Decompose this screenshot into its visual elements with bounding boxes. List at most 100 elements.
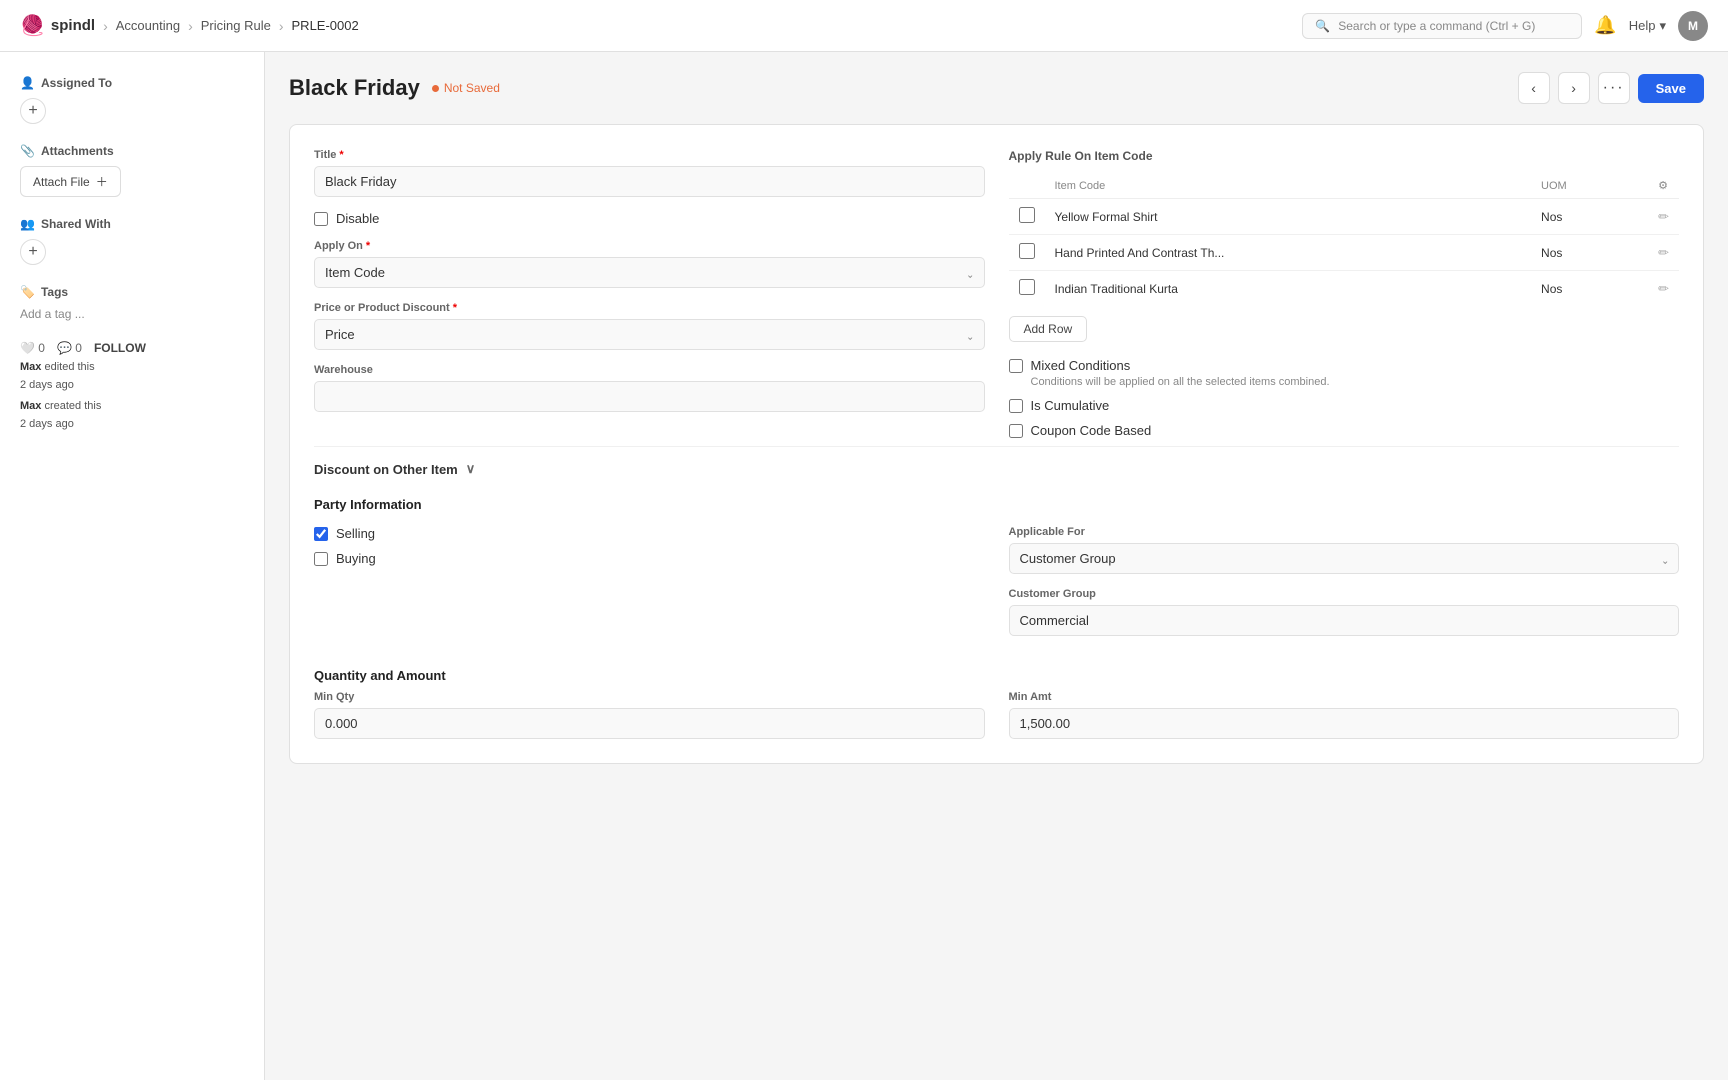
warehouse-group: Warehouse [314, 364, 985, 412]
customer-group-input[interactable] [1009, 605, 1680, 636]
like-icon[interactable]: 🤍 0 [20, 341, 45, 355]
coupon-code-row: Coupon Code Based [1009, 423, 1680, 438]
row2-item-code: Hand Printed And Contrast Th... [1045, 235, 1532, 271]
title-input[interactable] [314, 166, 985, 197]
row1-uom: Nos [1531, 199, 1648, 235]
row1-edit-icon[interactable]: ✏ [1658, 209, 1669, 224]
buying-checkbox[interactable] [314, 552, 328, 566]
mixed-conditions-checkbox-row: Mixed Conditions [1009, 358, 1680, 373]
shared-with-label: Shared With [41, 217, 111, 231]
shared-with-title: 👥 Shared With [20, 217, 244, 231]
table-row: Yellow Formal Shirt Nos ✏ [1009, 199, 1680, 235]
table-row: Indian Traditional Kurta Nos ✏ [1009, 271, 1680, 307]
prev-button[interactable]: ‹ [1518, 72, 1550, 104]
not-saved-dot [432, 85, 439, 92]
more-options-button[interactable]: ··· [1598, 72, 1630, 104]
title-label: Title * [314, 149, 985, 161]
row3-item-code: Indian Traditional Kurta [1045, 271, 1532, 307]
add-assigned-button[interactable]: + [20, 98, 46, 124]
search-bar[interactable]: 🔍 Search or type a command (Ctrl + G) [1302, 13, 1582, 39]
tags-section: 🏷️ Tags Add a tag ... [20, 285, 244, 321]
notification-bell-icon[interactable]: 🔔 [1594, 15, 1616, 36]
attachments-section: 📎 Attachments Attach File ＋ [20, 144, 244, 197]
discount-section-divider[interactable]: Discount on Other Item ∨ [314, 446, 1679, 481]
uom-header: UOM [1531, 173, 1648, 199]
activity-action-2: created this [44, 400, 101, 412]
help-label: Help [1629, 18, 1656, 33]
qty-section-title: Quantity and Amount [314, 668, 1679, 683]
customer-group-label: Customer Group [1009, 588, 1680, 600]
settings-header: ⚙ [1648, 173, 1679, 199]
row3-checkbox[interactable] [1019, 279, 1035, 295]
attach-file-button[interactable]: Attach File ＋ [20, 166, 121, 197]
paperclip-icon: 📎 [20, 144, 35, 158]
activity-entry-2: Max created this 2 days ago [20, 398, 244, 433]
save-button[interactable]: Save [1638, 74, 1704, 103]
not-saved-badge: Not Saved [432, 81, 500, 95]
comment-icon[interactable]: 💬 0 [57, 341, 82, 355]
selling-checkbox[interactable] [314, 527, 328, 541]
min-qty-input[interactable] [314, 708, 985, 739]
shared-with-section: 👥 Shared With + [20, 217, 244, 265]
is-cumulative-row: Is Cumulative [1009, 398, 1680, 413]
is-cumulative-label: Is Cumulative [1031, 398, 1110, 413]
logo[interactable]: 🧶 spindl [20, 13, 95, 38]
item-table-title: Apply Rule On Item Code [1009, 149, 1680, 163]
party-grid: Selling Buying Applicable For Cus [314, 526, 1679, 636]
activity-user-1: Max [20, 361, 41, 373]
mixed-conditions-checkbox[interactable] [1009, 359, 1023, 373]
page-title: Black Friday [289, 75, 420, 101]
price-discount-select[interactable]: Price [314, 319, 985, 350]
discount-chevron-icon: ∨ [466, 461, 476, 477]
row1-checkbox[interactable] [1019, 207, 1035, 223]
item-code-table: Item Code UOM ⚙ Yellow Formal Shirt [1009, 173, 1680, 306]
apply-on-select[interactable]: Item Code [314, 257, 985, 288]
min-qty-label: Min Qty [314, 691, 985, 703]
warehouse-label: Warehouse [314, 364, 985, 376]
price-discount-wrapper: Price [314, 319, 985, 350]
customer-group-group: Customer Group [1009, 588, 1680, 636]
attachments-label: Attachments [41, 144, 114, 158]
table-row: Hand Printed And Contrast Th... Nos ✏ [1009, 235, 1680, 271]
is-cumulative-checkbox[interactable] [1009, 399, 1023, 413]
avatar[interactable]: M [1678, 11, 1708, 41]
nav-left: 🧶 spindl › Accounting › Pricing Rule › P… [20, 13, 359, 38]
title-required: * [339, 149, 343, 161]
row2-edit-icon[interactable]: ✏ [1658, 245, 1669, 260]
disable-checkbox[interactable] [314, 212, 328, 226]
apply-on-wrapper: Item Code [314, 257, 985, 288]
next-button[interactable]: › [1558, 72, 1590, 104]
add-tag-link[interactable]: Add a tag ... [20, 307, 244, 321]
plus-icon: ＋ [96, 173, 108, 190]
row3-uom: Nos [1531, 271, 1648, 307]
applicable-for-select[interactable]: Customer Group [1009, 543, 1680, 574]
help-button[interactable]: Help ▾ [1629, 18, 1666, 34]
gear-icon[interactable]: ⚙ [1658, 180, 1668, 192]
applicable-for-group: Applicable For Customer Group [1009, 526, 1680, 574]
follow-button[interactable]: FOLLOW [94, 341, 146, 355]
breadcrumb-pricing-rule[interactable]: Pricing Rule [201, 18, 271, 33]
page-header-right: ‹ › ··· Save [1518, 72, 1704, 104]
tags-label: Tags [41, 285, 68, 299]
row2-checkbox[interactable] [1019, 243, 1035, 259]
mixed-conditions-row: Mixed Conditions Conditions will be appl… [1009, 358, 1680, 388]
selling-row: Selling [314, 526, 985, 541]
add-row-button[interactable]: Add Row [1009, 316, 1088, 342]
disable-row: Disable [314, 211, 985, 226]
apply-on-label: Apply On * [314, 240, 985, 252]
min-amt-input[interactable] [1009, 708, 1680, 739]
form-right: Apply Rule On Item Code Item Code UOM ⚙ [1009, 149, 1680, 438]
warehouse-input[interactable] [314, 381, 985, 412]
coupon-code-checkbox[interactable] [1009, 424, 1023, 438]
breadcrumb-prle[interactable]: PRLE-0002 [292, 18, 359, 33]
breadcrumb-sep-1: › [103, 18, 108, 34]
qty-section: Quantity and Amount Min Qty Min Amt [314, 652, 1679, 739]
row3-edit-icon[interactable]: ✏ [1658, 281, 1669, 296]
disable-label: Disable [336, 211, 379, 226]
apply-on-required: * [366, 240, 370, 252]
breadcrumb-accounting[interactable]: Accounting [116, 18, 180, 33]
min-qty-group: Min Qty [314, 691, 985, 739]
buying-row: Buying [314, 551, 985, 566]
form-left: Title * Disable Apply On * [314, 149, 985, 438]
add-shared-button[interactable]: + [20, 239, 46, 265]
